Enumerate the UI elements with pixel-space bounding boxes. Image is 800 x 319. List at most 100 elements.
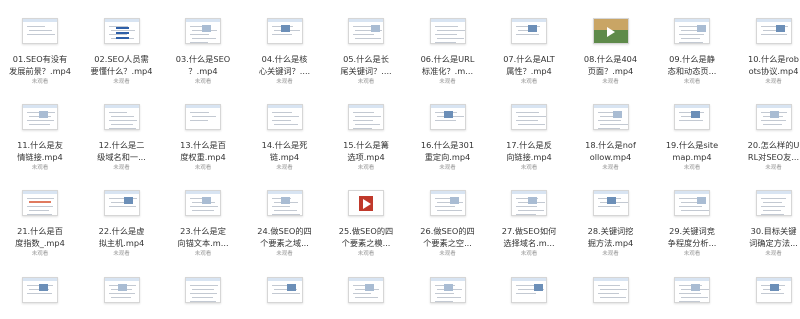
webpage-thumbnail-icon: [348, 18, 384, 44]
file-name-line: 个要素之空...: [423, 237, 472, 248]
file-name-line: 02.SEO人员需: [94, 54, 149, 64]
file-name: 05.什么是长 尾关键词？....: [326, 54, 406, 77]
file-name-line: 尾关键词？....: [340, 65, 392, 76]
watch-status: 未观看: [113, 79, 130, 85]
video-thumbnail-icon: [592, 18, 629, 44]
file-name: 04.什么是核 心关键词？....: [245, 54, 325, 77]
watch-status: 未观看: [357, 251, 375, 257]
watch-status: 未观看: [194, 165, 212, 171]
file-name-line: 争程度分析...: [667, 237, 717, 248]
file-name-line: 05.什么是长: [343, 54, 389, 64]
file-name: 25.做SEO的四 个要素之模...: [326, 226, 406, 249]
file-name-line: 向锚文本.m...: [177, 237, 229, 248]
file-name: 24.做SEO的四 个要素之域...: [245, 226, 325, 249]
video-player-thumbnail-icon: [348, 190, 384, 216]
file-name-line: 心关键词？....: [258, 65, 311, 76]
webpage-thumbnail-icon: [266, 18, 303, 44]
webpage-thumbnail-icon: [185, 190, 221, 216]
file-name-line: 11.什么是友: [17, 140, 63, 150]
file-name-line: 19.什么是site: [665, 140, 719, 150]
file-name-line: 14.什么是死: [261, 140, 308, 150]
file-name-line: 20.怎么样的U: [747, 140, 800, 150]
watch-status: 未观看: [31, 165, 49, 171]
webpage-thumbnail-icon: [22, 277, 58, 303]
file-name-line: 要懂什么？.mp4: [90, 65, 153, 76]
webpage-thumbnail-icon: [592, 190, 629, 216]
file-name: 10.什么是rob ots协议.mp4: [734, 54, 800, 77]
watch-status: 未观看: [276, 165, 293, 171]
webpage-thumbnail-icon: [266, 190, 303, 216]
document-thumbnail-icon: [185, 104, 221, 130]
webpage-thumbnail-icon: [185, 18, 221, 44]
webpage-thumbnail-icon: [511, 277, 547, 303]
file-name-line: 29.关键词竞: [669, 226, 715, 236]
document-thumbnail-icon: [185, 277, 221, 303]
file-name: 15.什么是篝 选项.mp4: [326, 140, 406, 163]
webpage-thumbnail-icon: [674, 18, 710, 44]
watch-status: 未观看: [439, 79, 456, 85]
watch-status: 未观看: [602, 251, 619, 257]
file-name-line: 度指数_.mp4: [15, 237, 65, 248]
file-name-line: 个要素之模...: [341, 237, 391, 248]
file-name-line: 08.什么是404: [583, 54, 638, 64]
watch-status: 未观看: [602, 79, 619, 85]
watch-status: 未观看: [602, 165, 619, 171]
file-name-line: 23.什么是定: [180, 226, 226, 236]
file-name-line: 24.做SEO的四: [257, 226, 312, 236]
file-name: 30.目标关键 词确定方法...: [734, 226, 800, 249]
watch-status: 未观看: [683, 165, 701, 171]
watch-status: 未观看: [357, 165, 375, 171]
watch-status: 未观看: [683, 251, 701, 257]
watch-status: 未观看: [439, 251, 456, 257]
file-name-line: 15.什么是篝: [343, 140, 389, 150]
file-name-line: 28.关键词挖: [587, 226, 634, 236]
file-name-line: 选择域名.m...: [503, 237, 555, 248]
webpage-thumbnail-icon: [429, 104, 466, 130]
webpage-thumbnail-icon: [755, 277, 792, 303]
watch-status: 未观看: [31, 79, 49, 85]
watch-status: 未观看: [520, 79, 538, 85]
document-thumbnail-icon: [22, 18, 58, 44]
file-grid: 01.SEO有没有 发展前景？.mp4 未观看 02.SEO人员需 要懂什么？.mp4 未…: [0, 0, 800, 319]
chart-thumbnail-icon: [22, 190, 58, 216]
webpage-thumbnail-icon: [674, 190, 710, 216]
file-name-line: 01.SEO有没有: [12, 54, 68, 64]
watch-status: 未观看: [683, 79, 701, 85]
file-name-line: ？.mp4: [188, 65, 218, 76]
watch-status: 未观看: [31, 251, 49, 257]
file-name: 22.什么是虚 拟主机.mp4: [82, 226, 162, 249]
file-name: 21.什么是百 度指数_.mp4: [0, 226, 80, 249]
watch-status: 未观看: [194, 79, 212, 85]
webpage-thumbnail-icon: [22, 104, 58, 130]
file-name: 20.怎么样的U RL对SEO友...: [734, 140, 800, 163]
file-name-line: ollow.mp4: [589, 151, 632, 162]
file-name: 06.什么是URL 标准化？.m...: [408, 54, 488, 77]
file-name-line: 22.什么是虚: [98, 226, 145, 236]
webpage-thumbnail-icon: [511, 190, 547, 216]
file-name: 08.什么是404 页面？.mp4: [571, 54, 651, 77]
file-name-line: 个要素之域...: [260, 237, 309, 248]
watch-status: 未观看: [113, 165, 130, 171]
webpage-thumbnail-icon: [674, 277, 710, 303]
webpage-thumbnail-icon: [674, 104, 710, 130]
file-name-line: 态和动态页...: [667, 65, 717, 76]
file-name: 11.什么是友 情链接.mp4: [0, 140, 80, 163]
file-name: 26.做SEO的四 个要素之空...: [408, 226, 488, 249]
watch-status: 未观看: [520, 251, 538, 257]
file-name-line: ots协议.mp4: [748, 65, 799, 76]
file-name-line: 掘方法.mp4: [587, 237, 634, 248]
file-name-line: map.mp4: [672, 151, 712, 162]
file-name: 09.什么是静 态和动态页...: [652, 54, 732, 77]
file-name: 14.什么是死 链.mp4: [245, 140, 325, 163]
webpage-thumbnail-icon: [511, 18, 547, 44]
file-name-line: 页面？.mp4: [587, 65, 634, 76]
file-name: 01.SEO有没有 发展前景？.mp4: [0, 54, 80, 77]
file-name: 17.什么是反 向链接.mp4: [489, 140, 569, 163]
file-name-line: 12.什么是二: [98, 140, 145, 150]
webpage-thumbnail-icon: [755, 18, 792, 44]
file-name-line: 04.什么是核: [261, 54, 308, 64]
watch-status: 未观看: [765, 79, 782, 85]
webpage-thumbnail-icon: [266, 277, 303, 303]
webpage-thumbnail-icon: [103, 277, 140, 303]
watch-status: 未观看: [765, 165, 782, 171]
